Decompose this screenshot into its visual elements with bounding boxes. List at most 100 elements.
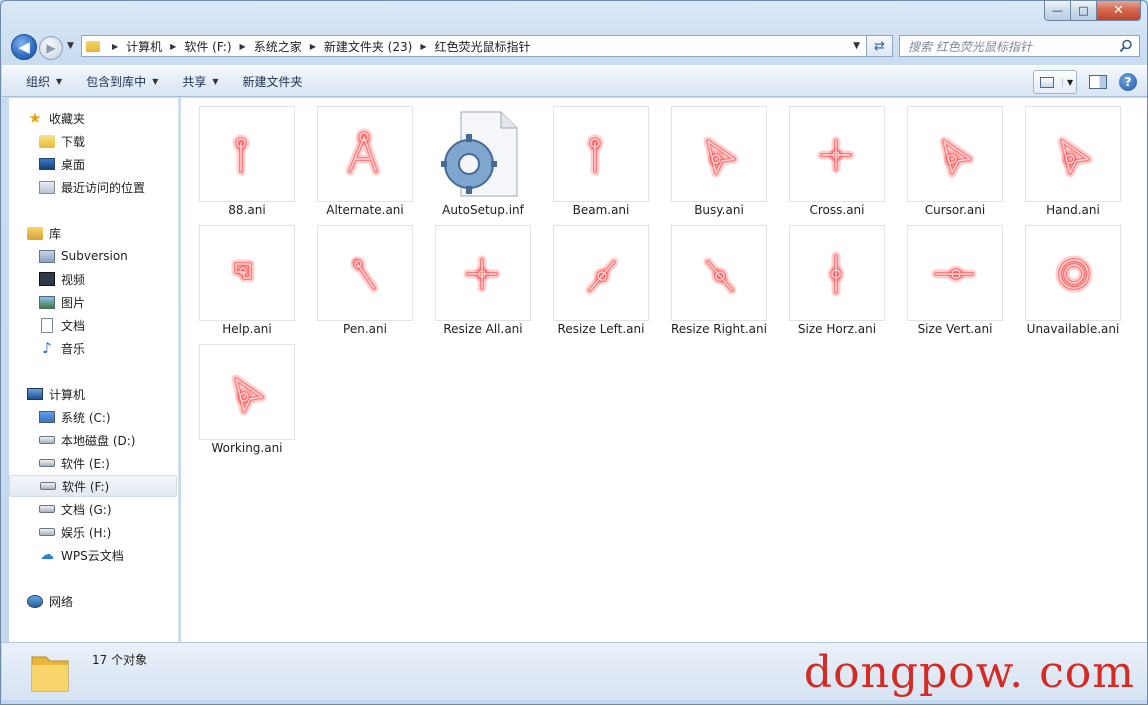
cursor-beam-icon (232, 134, 250, 176)
minimize-button[interactable]: — (1044, 1, 1071, 21)
cursor-preview (789, 106, 885, 202)
cursor-help-icon (231, 259, 255, 283)
system-drive-icon (39, 411, 55, 423)
computer-icon (27, 388, 43, 400)
cursor-preview (907, 225, 1003, 321)
hard-drive-icon (39, 436, 55, 444)
file-item[interactable]: 88.ani (191, 98, 303, 217)
file-item[interactable]: Size Horz.ani (781, 217, 893, 336)
nav-computer[interactable]: 计算机 (27, 383, 195, 405)
chevron-right-icon[interactable]: ▶ (310, 42, 316, 51)
star-icon: ★ (28, 109, 42, 127)
nav-label: 视频 (61, 272, 86, 287)
cursor-preview (553, 225, 649, 321)
cursor-cross-icon (463, 255, 501, 293)
nav-libraries[interactable]: 库 (27, 222, 195, 244)
file-name: Beam.ani (572, 203, 630, 217)
cursor-vertical-icon (827, 251, 845, 297)
cursor-preview (671, 225, 767, 321)
breadcrumb-computer[interactable]: 计算机 (126, 38, 162, 55)
file-item[interactable]: Busy.ani (663, 98, 775, 217)
preview-pane-button[interactable] (1089, 75, 1107, 89)
nav-item-drive-f[interactable]: 软件 (F:) (9, 475, 177, 497)
address-bar[interactable]: ▶ 计算机 ▶ 软件 (F:) ▶ 系统之家 ▶ 新建文件夹 (23) ▶ 红色… (81, 35, 867, 57)
breadcrumb-drive-f[interactable]: 软件 (F:) (184, 38, 231, 55)
view-icon (1040, 76, 1054, 88)
file-item[interactable]: Resize Right.ani (663, 217, 775, 336)
navigation-pane: ★ 收藏夹 下载 桌面 最近访问的位置 库 Subversion 视频 图片 文档… (9, 98, 179, 642)
chevron-right-icon[interactable]: ▶ (420, 42, 426, 51)
nav-label: WPS云文档 (61, 548, 124, 563)
file-list: 88.ani Alternate.ani AutoSetup.inf Beam.ani… (181, 98, 1147, 642)
video-library-icon (39, 272, 55, 286)
file-item[interactable]: Beam.ani (545, 98, 657, 217)
arrow-right-icon: ▶ (46, 41, 56, 55)
organize-menu[interactable]: 组织 ▼ (2, 69, 74, 93)
file-item[interactable]: Resize Left.ani (545, 217, 657, 336)
file-item[interactable]: AutoSetup.inf (427, 98, 539, 217)
item-count: 17 个对象 (92, 653, 148, 667)
cursor-arrow-icon (1057, 136, 1093, 178)
chevron-right-icon[interactable]: ▶ (240, 42, 246, 51)
file-item[interactable]: Hand.ani (1017, 98, 1129, 217)
cursor-preview (671, 106, 767, 202)
file-item[interactable]: Cross.ani (781, 98, 893, 217)
cursor-cross-icon (817, 136, 855, 174)
arrow-left-icon: ◀ (18, 38, 30, 56)
nav-label: 软件 (F:) (62, 479, 110, 494)
file-name: Busy.ani (694, 203, 744, 217)
maximize-button[interactable]: □ (1071, 1, 1097, 21)
cursor-pen-icon (350, 256, 379, 293)
folder-icon (86, 40, 100, 52)
search-icon[interactable] (1119, 39, 1133, 53)
include-in-library-menu[interactable]: 包含到库中 ▼ (74, 69, 170, 93)
chevron-right-icon[interactable]: ▶ (112, 42, 118, 51)
file-item[interactable]: Alternate.ani (309, 98, 421, 217)
change-view-button[interactable]: ▼ (1033, 70, 1077, 94)
forward-button[interactable]: ▶ (39, 36, 63, 60)
breadcrumb-xitongzhijia[interactable]: 系统之家 (254, 38, 302, 55)
new-folder-button[interactable]: 新建文件夹 (231, 69, 315, 93)
back-button[interactable]: ◀ (11, 34, 37, 60)
file-name: Size Vert.ani (917, 322, 993, 336)
library-icon (27, 226, 43, 240)
file-item[interactable]: Resize All.ani (427, 217, 539, 336)
file-name: Resize Left.ani (557, 322, 645, 336)
hard-drive-icon (39, 459, 55, 467)
breadcrumb-new-folder[interactable]: 新建文件夹 (23) (324, 38, 412, 55)
recent-places-icon (39, 180, 55, 194)
desktop-icon (39, 158, 55, 170)
close-button[interactable]: ✕ (1097, 1, 1141, 21)
help-button[interactable]: ? (1119, 73, 1137, 91)
file-item[interactable]: Unavailable.ani (1017, 217, 1129, 336)
organize-label: 组织 (26, 74, 51, 89)
document-library-icon (41, 317, 53, 333)
refresh-button[interactable]: ⇄ (867, 35, 893, 57)
search-box[interactable]: 搜索 红色荧光鼠标指针 (899, 35, 1140, 57)
file-item[interactable]: Pen.ani (309, 217, 421, 336)
file-item[interactable]: Help.ani (191, 217, 303, 336)
share-menu[interactable]: 共享 ▼ (170, 69, 230, 93)
file-name: Cross.ani (809, 203, 865, 217)
cursor-arrow-icon (939, 136, 975, 178)
recent-pages-dropdown[interactable]: ▼ (67, 41, 74, 51)
search-placeholder: 搜索 红色荧光鼠标指针 (908, 39, 1032, 54)
nav-network[interactable]: 网络 (27, 590, 195, 612)
cursor-preview (199, 106, 295, 202)
breadcrumb-current[interactable]: 红色荧光鼠标指针 (434, 38, 530, 55)
address-history-dropdown[interactable]: ▼ (853, 41, 860, 51)
nav-label: 系统 (C:) (61, 410, 111, 425)
file-item[interactable]: Size Vert.ani (899, 217, 1011, 336)
chevron-right-icon[interactable]: ▶ (170, 42, 176, 51)
caret-down-icon[interactable]: ▼ (1062, 77, 1073, 87)
cursor-preview (317, 106, 413, 202)
caret-down-icon: ▼ (152, 76, 159, 86)
music-note-icon: ♪ (42, 339, 52, 357)
cursor-preview (1025, 106, 1121, 202)
nav-favorites[interactable]: ★ 收藏夹 (27, 107, 195, 129)
file-item[interactable]: Cursor.ani (899, 98, 1011, 217)
file-name: Size Horz.ani (797, 322, 877, 336)
folder-icon (31, 656, 69, 692)
file-item[interactable]: Working.ani (191, 336, 303, 455)
file-name: Pen.ani (343, 322, 387, 336)
